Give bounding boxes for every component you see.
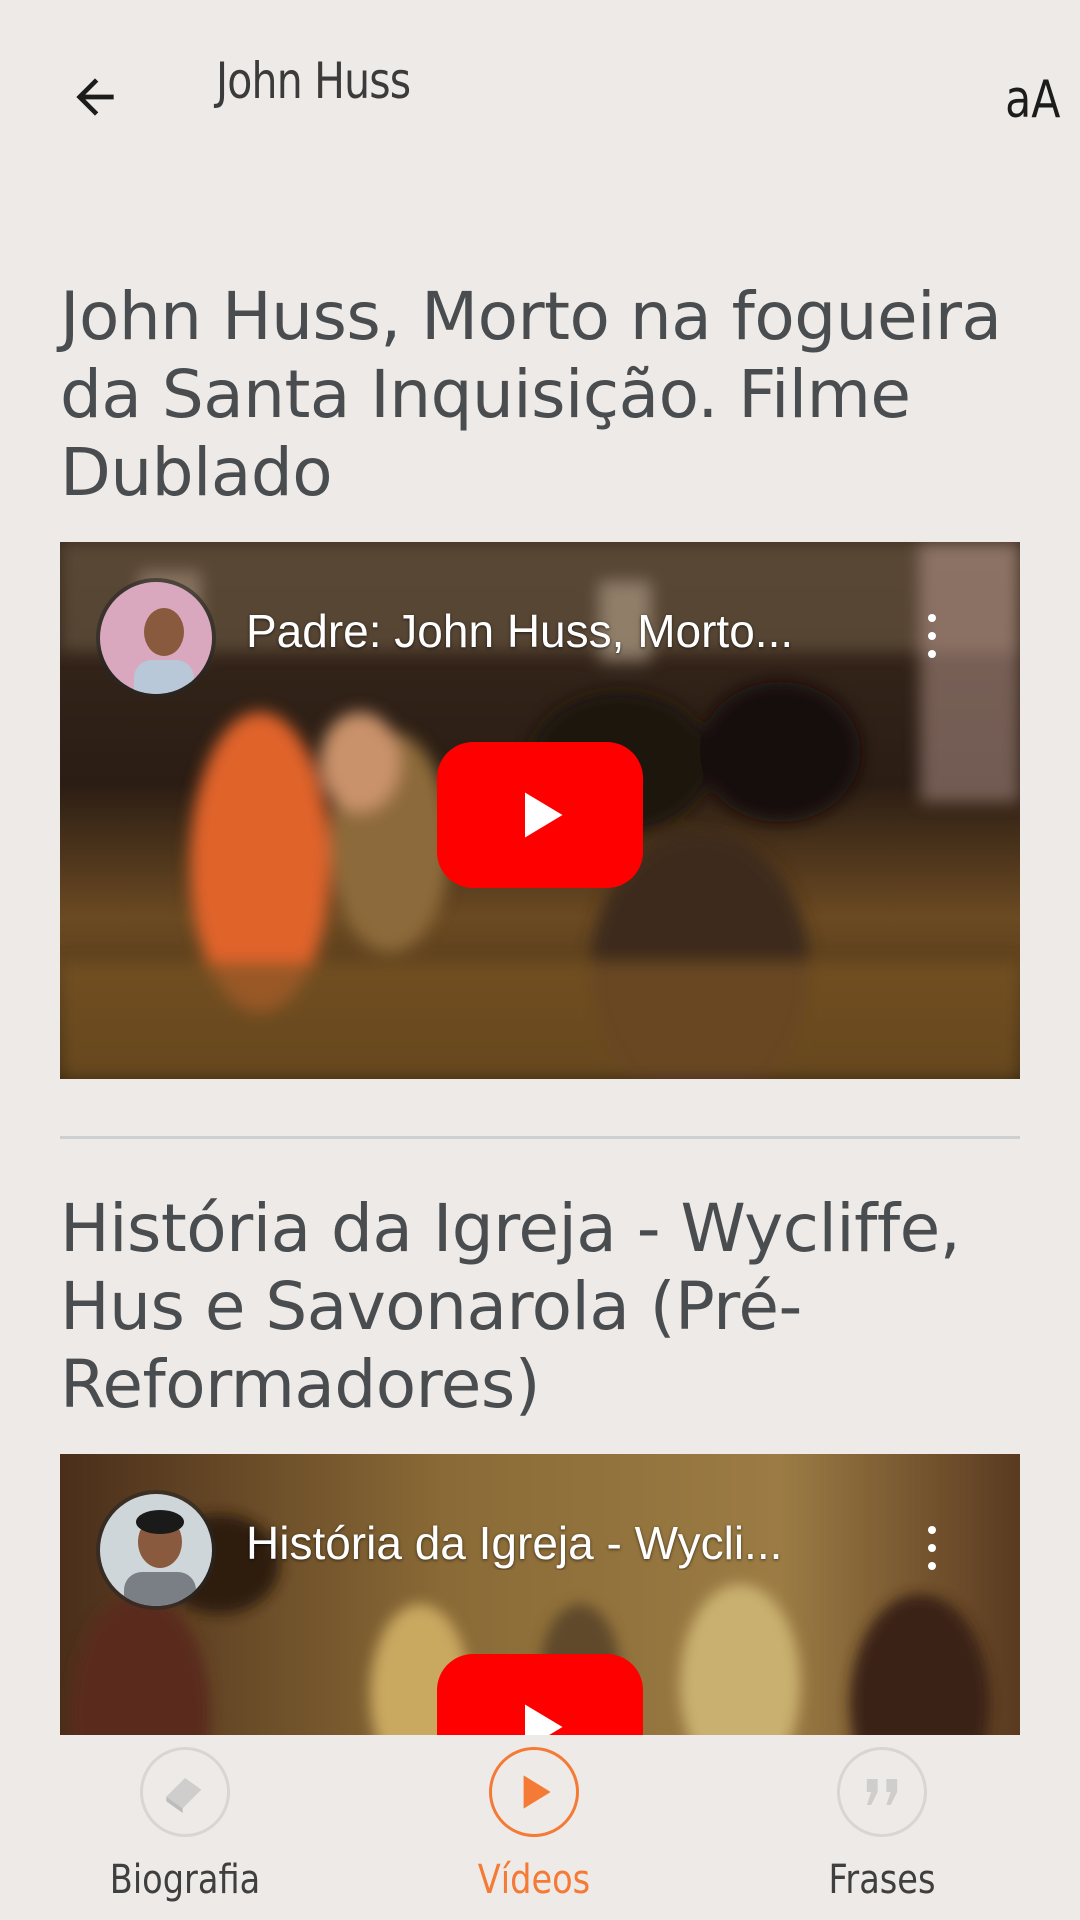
more-options-icon[interactable] — [922, 614, 942, 670]
bottom-navigation: Biografia Vídeos Frases — [0, 1735, 1080, 1920]
player-video-title[interactable]: Padre: John Huss, Morto... — [246, 604, 886, 658]
divider — [60, 1136, 1020, 1139]
youtube-play-button[interactable] — [437, 742, 643, 888]
page-title: John Huss — [216, 52, 411, 110]
channel-avatar[interactable] — [96, 578, 216, 698]
video-item: História da Igreja - Wycliffe, Hus e Sav… — [60, 1190, 1020, 1735]
youtube-player[interactable]: Padre: John Huss, Morto... — [60, 542, 1020, 1079]
videos-list[interactable]: John Huss, Morto na fogueira da Santa In… — [0, 190, 1080, 1735]
nav-item-videos[interactable]: Vídeos — [384, 1735, 684, 1920]
play-circle-icon — [489, 1747, 579, 1837]
arrow-back-icon — [76, 78, 114, 116]
nav-label: Vídeos — [477, 1857, 591, 1903]
nav-label: Frases — [828, 1857, 936, 1903]
nav-item-biografia[interactable]: Biografia — [35, 1735, 335, 1920]
youtube-play-button[interactable] — [437, 1654, 643, 1735]
play-icon — [525, 792, 563, 838]
channel-avatar[interactable] — [96, 1490, 216, 1610]
quote-icon — [837, 1747, 927, 1837]
player-video-title[interactable]: História da Igreja - Wycli... — [246, 1516, 886, 1570]
top-app-bar: John Huss aA — [0, 0, 1080, 190]
play-icon — [525, 1704, 563, 1735]
nav-item-frases[interactable]: Frases — [732, 1735, 1032, 1920]
video-title: História da Igreja - Wycliffe, Hus e Sav… — [60, 1190, 961, 1423]
youtube-player[interactable]: História da Igreja - Wycli... — [60, 1454, 1020, 1735]
font-size-button[interactable]: aA — [1005, 70, 1060, 130]
more-options-icon[interactable] — [922, 1526, 942, 1582]
app-screen: John Huss aA John Huss, Morto na fogueir… — [0, 0, 1080, 1920]
book-icon — [140, 1747, 230, 1837]
video-title: John Huss, Morto na fogueira da Santa In… — [60, 278, 1002, 511]
video-item: John Huss, Morto na fogueira da Santa In… — [60, 278, 1020, 1079]
nav-label: Biografia — [109, 1857, 261, 1903]
back-button[interactable] — [60, 62, 130, 132]
